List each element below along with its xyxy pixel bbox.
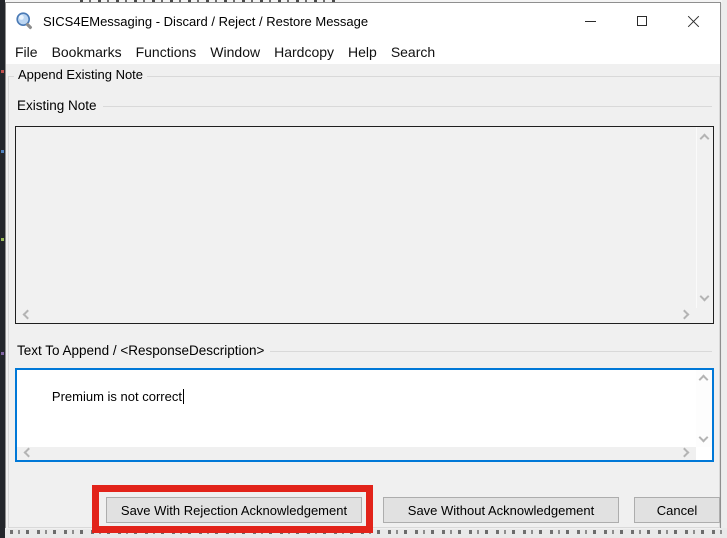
save-without-acknowledgement-button[interactable]: Save Without Acknowledgement [383,497,619,523]
scroll-left-icon[interactable] [24,448,34,458]
scroll-up-icon[interactable] [699,375,709,385]
menu-bar: File Bookmarks Functions Window Hardcopy… [6,39,720,64]
append-vertical-scrollbar[interactable] [696,370,712,447]
text-to-append-textarea[interactable]: Premium is not correct [15,368,714,462]
scroll-down-icon[interactable] [699,433,709,443]
minimize-icon [585,21,596,22]
text-to-append-label: Text To Append / <ResponseDescription> [17,343,264,358]
menu-item-help[interactable]: Help [341,44,384,60]
scroll-down-icon[interactable] [700,292,710,302]
scroll-up-icon[interactable] [700,134,710,144]
existing-note-label: Existing Note [17,98,97,113]
existing-note-horizontal-scrollbar[interactable] [16,308,696,323]
text-cursor [183,389,184,404]
existing-note-group-rule [103,106,712,107]
maximize-button[interactable] [616,3,668,39]
text-to-append-value: Premium is not correct [52,389,182,404]
menu-item-bookmarks[interactable]: Bookmarks [45,44,129,60]
window-title: SICS4EMessaging - Discard / Reject / Res… [43,14,368,29]
scroll-right-icon[interactable] [680,448,690,458]
minimize-button[interactable] [564,3,616,39]
existing-note-textarea[interactable] [15,126,714,324]
background-window-bottom-sliver [0,528,727,538]
menu-item-hardcopy[interactable]: Hardcopy [267,44,341,60]
existing-note-vertical-scrollbar[interactable] [696,127,713,308]
text-to-append-group-rule [270,351,712,352]
text-to-append-label-row: Text To Append / <ResponseDescription> [17,343,712,358]
background-right-sliver [722,0,727,538]
magnifier-icon [15,11,35,31]
scroll-right-icon[interactable] [680,310,690,320]
append-existing-note-group-label: Append Existing Note [14,67,147,82]
scroll-left-icon[interactable] [23,310,33,320]
append-horizontal-scrollbar[interactable] [17,447,696,460]
title-bar: SICS4EMessaging - Discard / Reject / Res… [6,3,720,39]
dialog-client-area: Append Existing Note Existing Note Text … [6,64,720,529]
menu-item-file[interactable]: File [8,44,45,60]
window-controls [564,3,720,39]
cancel-button[interactable]: Cancel [634,497,720,523]
maximize-icon [637,16,647,26]
dialog-window: SICS4EMessaging - Discard / Reject / Res… [5,2,721,528]
close-icon [688,15,700,27]
menu-item-functions[interactable]: Functions [129,44,204,60]
close-button[interactable] [668,3,720,39]
save-with-rejection-acknowledgement-button[interactable]: Save With Rejection Acknowledgement [106,497,362,523]
existing-note-label-row: Existing Note [17,98,712,113]
menu-item-window[interactable]: Window [203,44,267,60]
menu-item-search[interactable]: Search [384,44,442,60]
